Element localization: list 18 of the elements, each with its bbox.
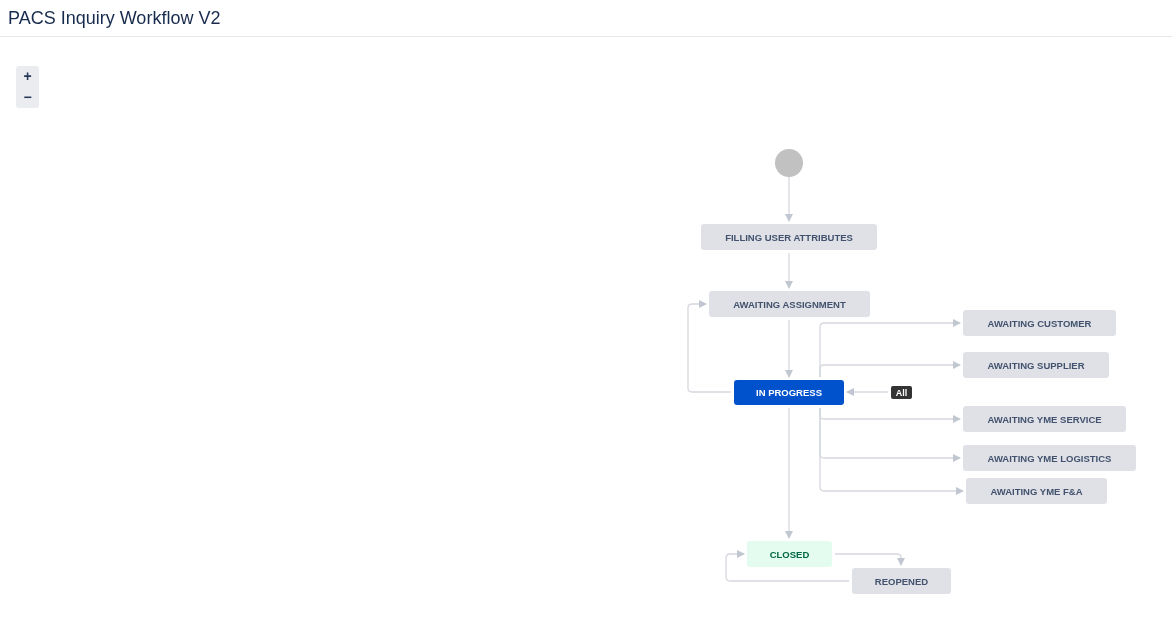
status-node[interactable]: AWAITING CUSTOMER	[963, 310, 1116, 336]
transition-arrow	[785, 252, 793, 289]
status-node[interactable]: REOPENED	[852, 568, 951, 594]
zoom-button[interactable]: +	[16, 66, 39, 87]
zoom-button[interactable]: −	[16, 87, 39, 108]
status-node[interactable]: CLOSED	[747, 541, 832, 567]
transition-arrow	[846, 388, 889, 396]
status-node[interactable]: AWAITING YME LOGISTICS	[963, 445, 1136, 471]
transition-arrow	[785, 176, 793, 222]
status-node[interactable]: AWAITING ASSIGNMENT	[709, 291, 870, 317]
workflow-title: PACS Inquiry Workflow V2	[8, 7, 221, 29]
global-transition-label[interactable]: All	[891, 386, 912, 399]
status-node[interactable]: IN PROGRESS	[734, 380, 844, 405]
status-node[interactable]: FILLING USER ATTRIBUTES	[701, 224, 877, 250]
status-node[interactable]: AWAITING YME F&A	[966, 478, 1107, 504]
status-node[interactable]: AWAITING YME SERVICE	[963, 406, 1126, 432]
transition-arrow	[785, 319, 793, 378]
status-node[interactable]: AWAITING SUPPLIER	[963, 352, 1109, 378]
